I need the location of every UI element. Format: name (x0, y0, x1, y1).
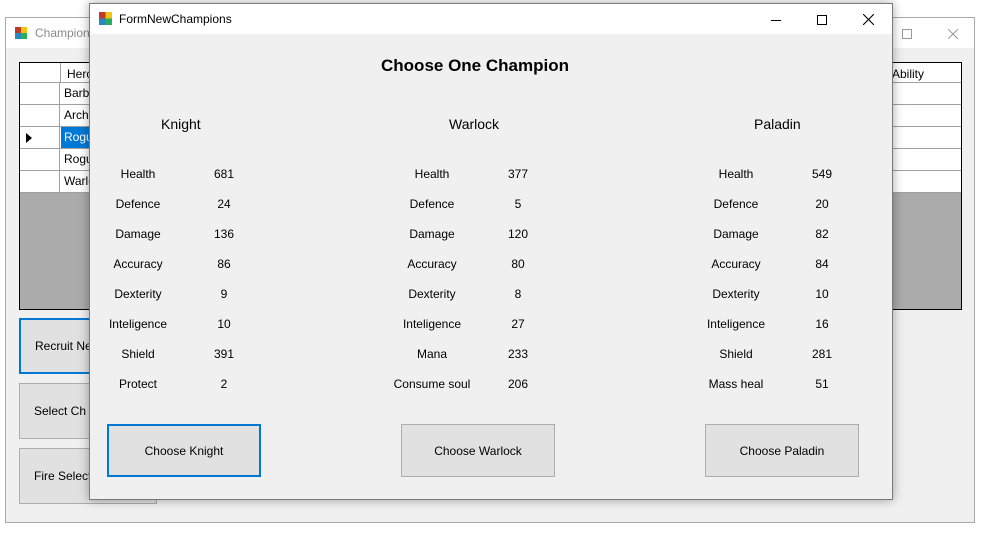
stat-label: Shield (719, 347, 753, 361)
champion-name: Paladin (754, 116, 801, 132)
stat-label: Damage (713, 227, 759, 241)
stat-label: Consume soul (393, 377, 471, 391)
stat-value: 9 (220, 287, 228, 301)
background-window-title: Champion (35, 26, 90, 40)
stat-value: 80 (511, 257, 525, 271)
stat-value: 51 (815, 377, 829, 391)
stat-value: 84 (815, 257, 829, 271)
stat-label: Mass heal (708, 377, 764, 391)
choose-warlock-button[interactable]: Choose Warlock (401, 424, 555, 477)
column-header-ability[interactable]: Ability (892, 67, 924, 81)
stat-value: 10 (815, 287, 829, 301)
stat-label: Damage (115, 227, 161, 241)
stat-value: 233 (507, 347, 529, 361)
stat-value: 2 (220, 377, 228, 391)
stat-value: 391 (213, 347, 235, 361)
stat-label: Defence (115, 197, 161, 211)
current-row-arrow-icon (26, 133, 32, 143)
stat-value: 20 (815, 197, 829, 211)
stat-value: 120 (507, 227, 529, 241)
row-header[interactable] (20, 149, 60, 170)
stat-value: 10 (217, 317, 231, 331)
app-icon (15, 27, 27, 39)
stat-value: 27 (511, 317, 525, 331)
stat-label: Inteligence (706, 317, 766, 331)
new-champions-dialog: FormNewChampions Choose One Champion Kni… (89, 3, 893, 500)
choose-knight-button[interactable]: Choose Knight (107, 424, 261, 477)
champion-name: Knight (161, 116, 201, 132)
stat-value: 549 (811, 167, 833, 181)
stat-value: 86 (217, 257, 231, 271)
stat-label: Defence (409, 197, 455, 211)
row-header[interactable] (20, 105, 60, 126)
stat-label: Health (414, 167, 450, 181)
row-header[interactable] (20, 171, 60, 192)
champion-name: Warlock (449, 116, 500, 132)
stat-value: 5 (514, 197, 522, 211)
stat-label: Dexterity (114, 287, 162, 301)
stat-value: 681 (213, 167, 235, 181)
stat-value: 281 (811, 347, 833, 361)
stat-label: Accuracy (113, 257, 163, 271)
stat-value: 82 (815, 227, 829, 241)
stat-label: Inteligence (108, 317, 168, 331)
stat-label: Accuracy (407, 257, 457, 271)
choose-paladin-button[interactable]: Choose Paladin (705, 424, 859, 477)
stat-value: 136 (213, 227, 235, 241)
stat-label: Health (718, 167, 754, 181)
row-header[interactable] (20, 127, 60, 148)
stat-label: Protect (118, 377, 157, 391)
stat-label: Defence (713, 197, 759, 211)
stat-label: Mana (416, 347, 448, 361)
stat-value: 206 (507, 377, 529, 391)
stat-label: Dexterity (408, 287, 456, 301)
stat-value: 377 (507, 167, 529, 181)
grid-corner (20, 63, 61, 82)
stat-label: Shield (121, 347, 155, 361)
stat-label: Dexterity (712, 287, 760, 301)
stat-value: 24 (217, 197, 231, 211)
stat-label: Damage (409, 227, 455, 241)
row-header[interactable] (20, 83, 60, 104)
stat-label: Inteligence (402, 317, 462, 331)
stat-label: Accuracy (711, 257, 761, 271)
stat-label: Health (120, 167, 156, 181)
stat-value: 16 (815, 317, 829, 331)
close-icon[interactable] (930, 18, 976, 48)
stat-value: 8 (514, 287, 522, 301)
